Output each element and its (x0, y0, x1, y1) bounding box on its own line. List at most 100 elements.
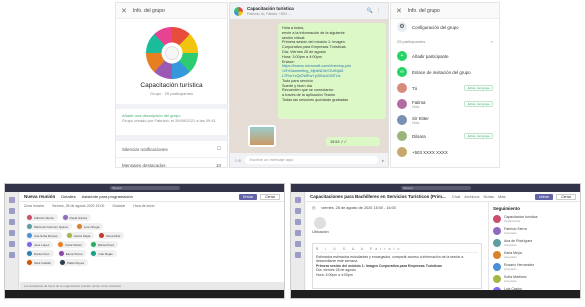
attendee-chip[interactable]: Karla Núñez (57, 241, 86, 248)
editor-toolbar[interactable]: B I U S A A Párrafo (316, 247, 478, 253)
close-button[interactable]: Cerrar (260, 193, 280, 200)
meeting-tab[interactable]: Archivos (464, 194, 479, 199)
microphone-icon[interactable]: ● (382, 158, 384, 163)
attendee-status-row[interactable]: Fabricio Sierra Aceptado (493, 227, 576, 235)
attendee-name: Sara Castillo (34, 260, 52, 265)
attendee-chip[interactable]: Sara Castillo (26, 259, 56, 266)
meeting-option[interactable]: Guardar (112, 204, 125, 208)
participant-name: Dilsara (412, 133, 426, 139)
attendee-status-row[interactable]: Capacitación turística Organizador (493, 215, 576, 223)
message-input[interactable]: Escribe un mensaje aquí (245, 156, 378, 164)
participant-row[interactable]: Tú Admin. del grupo (391, 80, 499, 96)
editor-body: Estimados estimados estudiantes y encarg… (316, 255, 478, 278)
add-participant-row[interactable]: + Añadir participante (391, 48, 499, 64)
message-composer: ☺ ⊕ Escribe un mensaje aquí ● (230, 153, 388, 167)
tab-scheduling-assistant[interactable]: Asistente para programación (82, 194, 133, 199)
meeting-option[interactable]: Hora de inicio (133, 204, 154, 208)
close-icon[interactable]: ✕ (121, 7, 127, 15)
teams-icon[interactable] (8, 219, 15, 225)
calls-icon[interactable] (8, 241, 15, 247)
participant-row[interactable]: Dilsara Admin. del grupo (391, 128, 499, 144)
attendee-chip[interactable]: José López (26, 241, 54, 248)
image-message[interactable] (248, 125, 276, 147)
chat-avatar[interactable] (234, 6, 243, 16)
attendee-info: Ana de Rodríguez Aceptado (504, 239, 532, 247)
invite-link-row[interactable]: ∞ Enlace de invitación del grupo (391, 64, 499, 80)
meeting-tab[interactable]: Chat (452, 194, 460, 199)
meeting-description-editor[interactable]: B I U S A A Párrafo Estimados estimados … (312, 243, 482, 289)
avatar (493, 227, 501, 235)
meeting-option[interactable]: Zona horaria (24, 204, 44, 208)
group-avatar[interactable] (145, 27, 198, 79)
attendee-chip[interactable]: Paola García (61, 214, 92, 221)
teams-new-meeting-window: Buscar Nueva reunión Detalles Asistente … (4, 183, 285, 299)
chat-header-icons[interactable]: 🔍⋮ (367, 8, 384, 14)
featured-messages-row[interactable]: Mensajes destacados 10 (116, 157, 227, 168)
attendee-chip[interactable]: Iván Rojas (90, 250, 117, 257)
chat-icon[interactable] (294, 208, 301, 214)
wa-info-header: ✕ Info. del grupo (116, 3, 227, 19)
avatar (66, 233, 72, 238)
attendee-chip[interactable]: Rosa Díaz (98, 232, 125, 239)
attendee-chip[interactable]: Luis Ortega (75, 223, 104, 230)
tab-details[interactable]: Detalles (61, 194, 75, 199)
attendee-status-row[interactable]: Karla Mejía Aceptado (493, 251, 576, 259)
meeting-option[interactable]: Viernes, 28 de agosto 2020 15:00 (52, 204, 104, 208)
teams-title-bar: Buscar (5, 184, 284, 192)
close-button[interactable]: Cerrar (556, 193, 576, 200)
search-icon[interactable]: ⌕ (491, 39, 493, 44)
wa-participants-panel: ✕ Info. del grupo ⚙ Configuración del gr… (390, 2, 500, 168)
checkbox-icon[interactable]: ☐ (217, 146, 221, 152)
send-button[interactable]: Enviar (239, 193, 258, 200)
avatar (493, 263, 501, 271)
files-icon[interactable] (294, 252, 301, 258)
message-bubble-small[interactable]: 15:53 ✓✓ (326, 137, 380, 146)
wa-participants-header: ✕ Info. del grupo (391, 3, 499, 19)
tracking-title: Seguimiento (493, 206, 521, 211)
meeting-tab[interactable]: Más (498, 194, 506, 199)
group-settings-row[interactable]: ⚙ Configuración del grupo (391, 19, 499, 35)
attendee-chip[interactable]: Elena Torres (57, 250, 87, 257)
activity-icon[interactable] (8, 197, 15, 203)
attendee-chip[interactable]: Ana Sofía Ramos (26, 232, 62, 239)
chat-header[interactable]: Capacitación turística Fabricio, tú, Fab… (230, 3, 388, 19)
attendee-chip[interactable]: Fabricio Sierra (26, 214, 58, 221)
avatar (27, 242, 32, 247)
attendee-status-row[interactable]: Ana de Rodríguez Aceptado (493, 239, 576, 247)
page-title: Nueva reunión (24, 194, 56, 199)
attendee-chip[interactable]: Daniel Cruz (26, 250, 54, 257)
attendee-row: Ana Sofía Ramos Carlos Mejía Rosa Díaz (26, 232, 278, 239)
search-input[interactable]: Buscar (109, 186, 180, 190)
attendee-chip[interactable]: Carlos Mejía (65, 232, 95, 239)
files-icon[interactable] (8, 252, 15, 258)
search-input[interactable]: Buscar (400, 186, 471, 190)
teams-icon[interactable] (294, 219, 301, 225)
attendee-status-row[interactable]: Sofía Martínez Aceptado (493, 275, 576, 283)
attendee-chip[interactable]: Pablo Reyes (59, 259, 89, 266)
chat-icon[interactable] (8, 208, 15, 214)
attendee-status-row[interactable]: Rosario Hernández Aceptado (493, 263, 576, 271)
attendee-chip[interactable]: Marta Pérez (89, 241, 119, 248)
join-button[interactable]: Unirse (534, 193, 554, 200)
meeting-tab[interactable]: Notas (484, 194, 494, 199)
calendar-icon[interactable] (8, 230, 15, 236)
attendee-info: Capacitación turística Organizador (504, 215, 537, 223)
avatar (397, 115, 407, 125)
calendar-icon[interactable] (294, 230, 301, 236)
participant-info: Dilsara (412, 134, 464, 139)
avatar (27, 260, 32, 265)
close-icon[interactable]: ✕ (396, 7, 402, 15)
participant-row[interactable]: Fatima Hola Admin. del grupo (391, 96, 499, 112)
featured-label: Mensajes destacados (122, 163, 166, 168)
attendee-response: Aceptado (504, 231, 517, 235)
calls-icon[interactable] (294, 241, 301, 247)
attendee-chip[interactable]: María del Carmen Quiroa (26, 223, 72, 230)
participant-row[interactable]: Sir Kitter Hola (391, 112, 499, 128)
attendee-info: Rosario Hernández Aceptado (504, 263, 534, 271)
silence-notifications-row[interactable]: Silenciar notificaciones ☐ (116, 140, 227, 157)
app-rail (291, 192, 305, 290)
activity-icon[interactable] (294, 197, 301, 203)
attach-icon[interactable]: ⊕ (238, 158, 241, 163)
message-bubble[interactable]: Hola a todos, envíe a la información de l… (278, 23, 386, 119)
participant-row[interactable]: +503 XXXX XXXX (391, 144, 499, 160)
